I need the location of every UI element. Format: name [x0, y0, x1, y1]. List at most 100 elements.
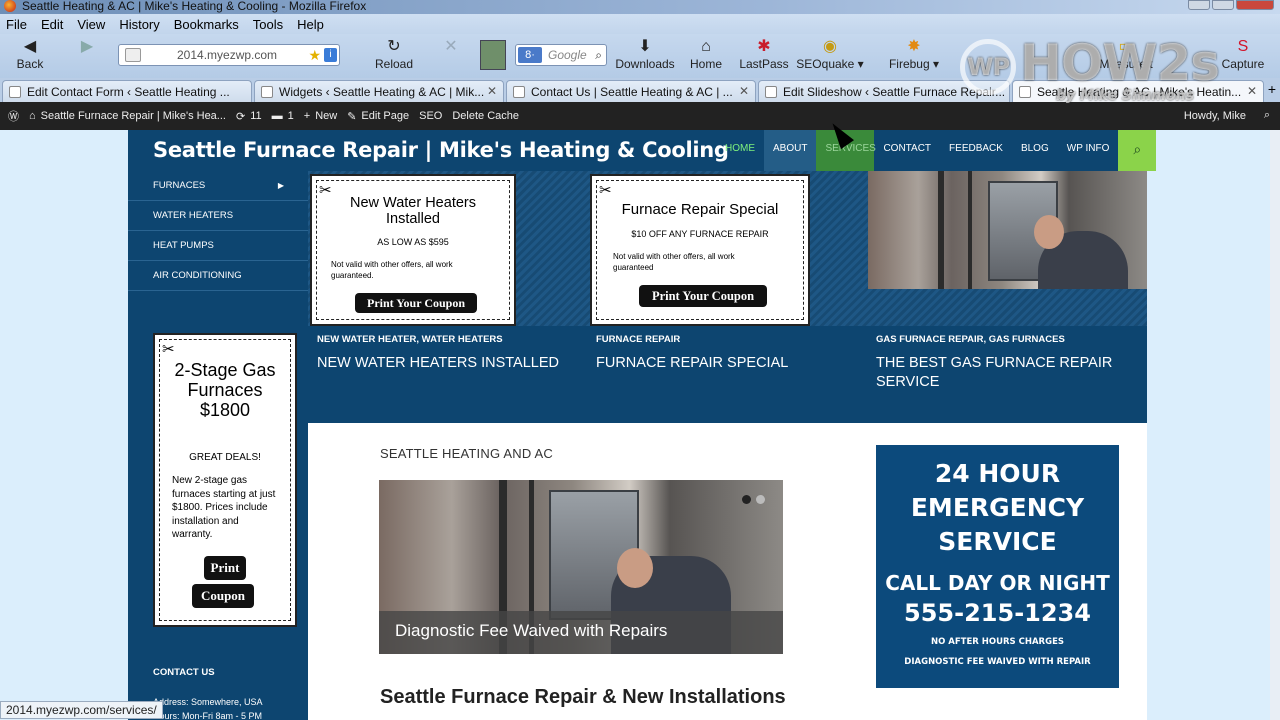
nav-home[interactable]: HOME — [716, 130, 764, 171]
coupon-furnace-repair: ✂ Furnace Repair Special $10 OFF ANY FUR… — [590, 174, 810, 326]
page-favicon-icon — [9, 86, 21, 98]
search-icon[interactable]: ⌕ — [595, 45, 602, 65]
tab-widgets[interactable]: Widgets ‹ Seattle Heating & AC | Mik... ✕ — [254, 80, 504, 102]
website-page: Seattle Furnace Repair | Mike's Heating … — [128, 130, 1157, 720]
wordpress-logo-icon[interactable]: Ⓦ — [8, 108, 19, 124]
sidebar-item-furnaces[interactable]: FURNACES ▶ — [128, 171, 308, 201]
site-search-icon[interactable]: ⌕ — [1118, 130, 1157, 171]
refresh-icon: ⟳ — [235, 110, 246, 123]
pencil-icon: ✎ — [347, 110, 357, 123]
delete-cache-link[interactable]: Delete Cache — [452, 110, 519, 122]
coupon-fine-print: Not valid with other offers, all work gu… — [613, 252, 735, 272]
coupon-2-stage-furnaces: ✂ 2-Stage Gas Furnaces $1800 GREAT DEALS… — [153, 333, 297, 627]
slide-dot-1[interactable] — [742, 495, 751, 504]
comments-link[interactable]: ▬ 1 — [272, 110, 294, 122]
coupon-fine-print: Not valid with other offers, all work gu… — [331, 260, 453, 280]
page-favicon-icon — [261, 86, 273, 98]
site-header: Seattle Furnace Repair | Mike's Heating … — [128, 130, 1157, 171]
url-text: 2014.myezwp.com — [177, 48, 278, 62]
tab-contact-us[interactable]: Contact Us | Seattle Heating & AC | ... ✕ — [506, 80, 756, 102]
post-title[interactable]: FURNACE REPAIR SPECIAL — [596, 354, 856, 373]
new-content-link[interactable]: + New — [304, 110, 337, 122]
window-titlebar: Seattle Heating & AC | Mike's Heating & … — [0, 0, 1280, 14]
page-favicon-icon — [513, 86, 525, 98]
menu-help[interactable]: Help — [297, 17, 324, 32]
edit-page-link[interactable]: ✎ Edit Page — [347, 110, 409, 123]
sidebar-item-water-heaters[interactable]: WATER HEATERS — [128, 201, 308, 231]
menu-tools[interactable]: Tools — [253, 17, 283, 32]
admin-site-link[interactable]: ⌂ Seattle Furnace Repair | Mike's Hea... — [29, 110, 226, 122]
tab-edit-contact-form[interactable]: Edit Contact Form ‹ Seattle Heating ... — [2, 80, 252, 102]
coupon-price: $10 OFF ANY FURNACE REPAIR — [631, 229, 769, 239]
slide-dot-2[interactable] — [756, 495, 765, 504]
home-button[interactable]: ⌂ Home — [686, 36, 726, 71]
lastpass-button[interactable]: ✱ LastPass — [738, 36, 790, 71]
print-coupon-button[interactable]: Print Your Coupon — [639, 285, 767, 307]
close-tab-icon[interactable]: ✕ — [739, 84, 749, 98]
page-favicon-icon — [765, 86, 777, 98]
close-tab-icon[interactable]: ✕ — [487, 84, 497, 98]
bookmark-star-icon[interactable]: ★ — [308, 45, 321, 65]
site-title[interactable]: Seattle Furnace Repair | Mike's Heating … — [153, 138, 729, 162]
menu-file[interactable]: File — [6, 17, 27, 32]
download-icon: ⬇ — [638, 38, 652, 55]
close-window-button[interactable] — [1236, 0, 1274, 10]
firebug-icon: ✸ — [907, 38, 921, 55]
post-categories[interactable]: FURNACE REPAIR — [596, 334, 680, 345]
seoquake-button[interactable]: ◉ SEOquake ▾ — [794, 36, 866, 71]
site-identity-icon — [125, 48, 141, 62]
furnace-technician-photo[interactable] — [868, 171, 1147, 289]
sidebar-item-heat-pumps[interactable]: HEAT PUMPS — [128, 231, 308, 261]
slideshow[interactable]: Diagnostic Fee Waived with Repairs — [379, 480, 783, 654]
url-bar[interactable]: 2014.myezwp.com ★ i — [118, 44, 340, 66]
seo-link[interactable]: SEO — [419, 110, 442, 122]
coupon-deal: GREAT DEALS! — [189, 452, 261, 463]
minimize-button[interactable] — [1188, 0, 1210, 10]
downloads-button[interactable]: ⬇ Downloads — [612, 36, 678, 71]
nav-wp-info[interactable]: WP INFO — [1058, 130, 1119, 171]
print-coupon-button-line2[interactable]: Coupon — [192, 584, 254, 608]
print-coupon-button[interactable]: Print — [204, 556, 246, 580]
window-controls — [1188, 0, 1274, 10]
firebug-button[interactable]: ✸ Firebug ▾ — [876, 36, 952, 71]
firefox-icon — [4, 0, 16, 12]
menu-view[interactable]: View — [77, 17, 105, 32]
stop-button[interactable]: ✕ — [440, 36, 462, 57]
updates-link[interactable]: ⟳ 11 — [236, 110, 262, 123]
page-scrollbar[interactable] — [1270, 130, 1280, 720]
back-arrow-icon: ◀ — [23, 38, 37, 55]
forward-arrow-icon: ▶ — [80, 38, 94, 55]
search-engine-icon[interactable]: 8· — [518, 47, 542, 63]
coupon-price: AS LOW AS $595 — [377, 237, 449, 247]
sidebar-item-air-conditioning[interactable]: AIR CONDITIONING — [128, 261, 308, 291]
post-title[interactable]: THE BEST GAS FURNACE REPAIR SERVICE — [876, 354, 1126, 392]
page-thumbnail-icon[interactable] — [480, 40, 506, 70]
emergency-service-banner[interactable]: 24 HOUR EMERGENCY SERVICE CALL DAY OR NI… — [876, 445, 1119, 688]
nav-blog[interactable]: BLOG — [1012, 130, 1058, 171]
forward-button[interactable]: ▶ — [72, 36, 102, 57]
reload-button[interactable]: ↻ Reload — [372, 36, 416, 71]
nav-contact[interactable]: CONTACT — [874, 130, 940, 171]
search-input[interactable]: 8· Google ⌕ — [515, 44, 607, 66]
menu-edit[interactable]: Edit — [41, 17, 63, 32]
contact-address: Address: Somewhere, USA — [153, 697, 263, 707]
back-button[interactable]: ◀ Back — [10, 36, 50, 71]
post-title[interactable]: NEW WATER HEATERS INSTALLED — [317, 354, 577, 373]
wp-how2s-watermark: WP HOW2s by Mike Simmons — [960, 34, 1280, 118]
phone-number: 555-215-1234 — [904, 599, 1091, 627]
wp-logo: WP — [960, 38, 1016, 95]
menu-bar: File Edit View History Bookmarks Tools H… — [0, 14, 1280, 34]
post-categories[interactable]: GAS FURNACE REPAIR, GAS FURNACES — [876, 334, 1065, 345]
seoquake-icon: ◉ — [823, 38, 837, 55]
coupon-title: Furnace Repair Special — [621, 201, 779, 218]
maximize-button[interactable] — [1212, 0, 1234, 10]
print-coupon-button[interactable]: Print Your Coupon — [355, 293, 477, 313]
menu-bookmarks[interactable]: Bookmarks — [174, 17, 239, 32]
plus-icon: + — [303, 110, 311, 122]
nav-feedback[interactable]: FEEDBACK — [940, 130, 1012, 171]
menu-history[interactable]: History — [119, 17, 159, 32]
scissors-icon: ✂ — [599, 182, 612, 199]
nav-about[interactable]: ABOUT — [764, 130, 817, 171]
post-categories[interactable]: NEW WATER HEATER, WATER HEATERS — [317, 334, 503, 345]
info-icon[interactable]: i — [324, 48, 337, 62]
